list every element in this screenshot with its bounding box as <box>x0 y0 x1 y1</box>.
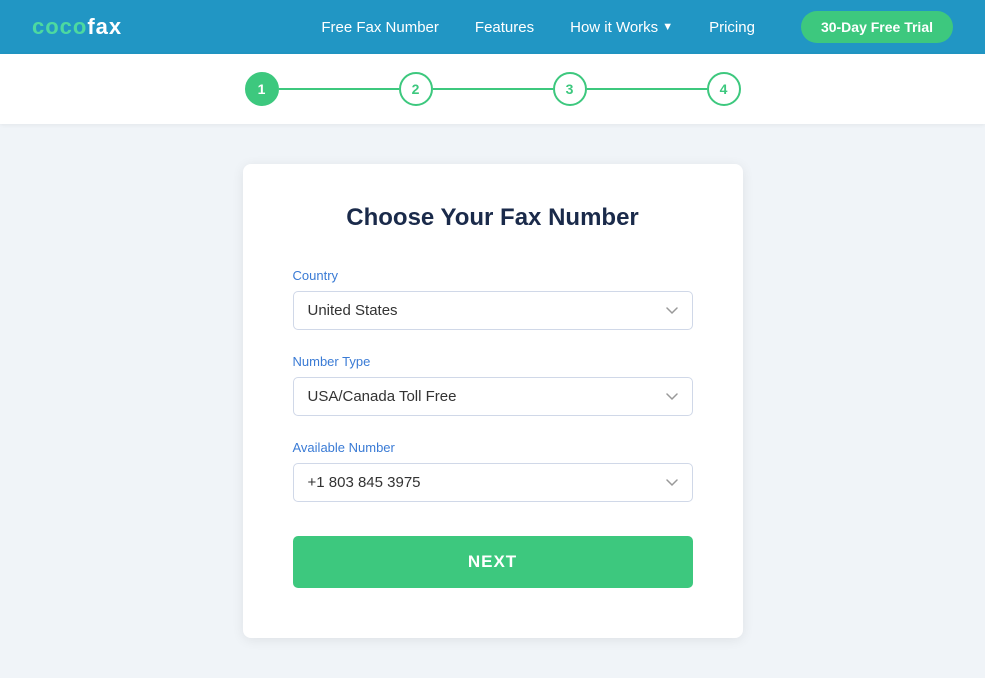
nav-how-it-works-label: How it Works <box>570 19 658 36</box>
logo: cocofax <box>32 14 122 40</box>
number-type-label: Number Type <box>293 354 693 369</box>
number-type-field-group: Number Type USA/Canada Toll Free Local <box>293 354 693 416</box>
trial-button[interactable]: 30-Day Free Trial <box>801 11 953 43</box>
step-line-1 <box>279 88 399 90</box>
logo-part2: fax <box>87 14 122 39</box>
number-type-select[interactable]: USA/Canada Toll Free Local <box>293 377 693 416</box>
form-card: Choose Your Fax Number Country United St… <box>243 164 743 638</box>
step-1: 1 <box>245 72 279 106</box>
country-field-group: Country United States Canada United King… <box>293 268 693 330</box>
main-content: Choose Your Fax Number Country United St… <box>0 124 985 678</box>
nav-how-it-works[interactable]: How it Works ▼ <box>570 19 673 36</box>
available-number-select[interactable]: +1 803 845 3975 +1 803 845 3976 <box>293 463 693 502</box>
next-button[interactable]: NEXT <box>293 536 693 588</box>
header: cocofax Free Fax Number Features How it … <box>0 0 985 54</box>
chevron-down-icon: ▼ <box>662 21 673 33</box>
country-label: Country <box>293 268 693 283</box>
nav-free-fax-number[interactable]: Free Fax Number <box>321 19 439 36</box>
steps-bar: 1 2 3 4 <box>0 54 985 124</box>
step-3: 3 <box>553 72 587 106</box>
step-2: 2 <box>399 72 433 106</box>
logo-part1: coco <box>32 14 87 39</box>
steps-inner: 1 2 3 4 <box>245 72 741 106</box>
step-line-3 <box>587 88 707 90</box>
nav: Free Fax Number Features How it Works ▼ … <box>321 11 953 43</box>
card-title: Choose Your Fax Number <box>293 204 693 232</box>
step-line-2 <box>433 88 553 90</box>
country-select[interactable]: United States Canada United Kingdom Aust… <box>293 291 693 330</box>
nav-pricing[interactable]: Pricing <box>709 19 755 36</box>
step-4: 4 <box>707 72 741 106</box>
nav-features[interactable]: Features <box>475 19 534 36</box>
available-number-field-group: Available Number +1 803 845 3975 +1 803 … <box>293 440 693 502</box>
available-number-label: Available Number <box>293 440 693 455</box>
